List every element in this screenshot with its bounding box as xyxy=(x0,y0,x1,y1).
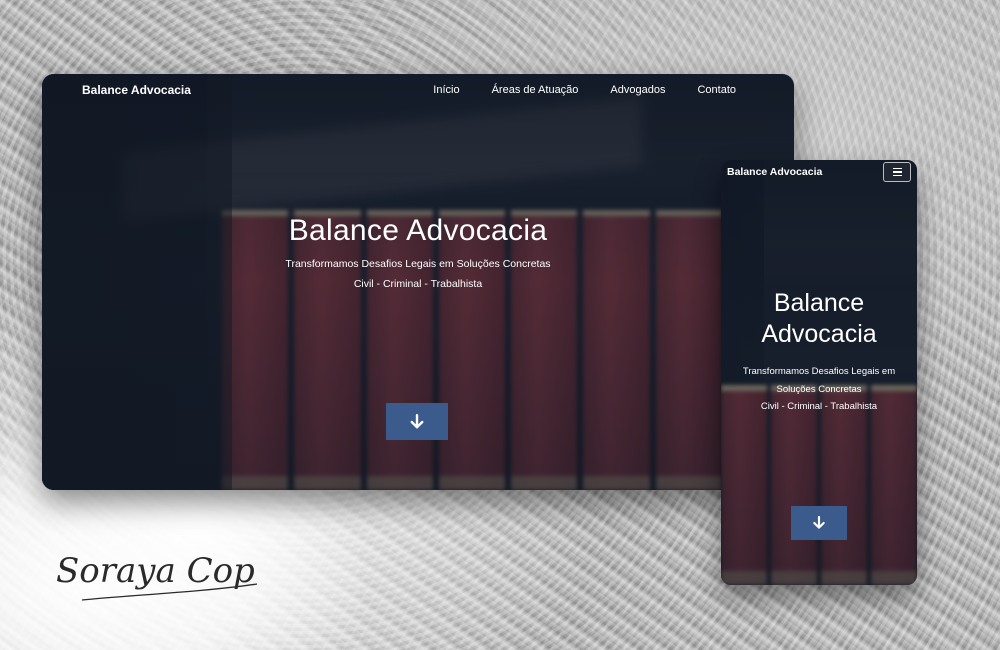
nav-links: Início Áreas de Atuação Advogados Contat… xyxy=(433,84,736,96)
nav-link-areas[interactable]: Áreas de Atuação xyxy=(492,84,579,96)
arrow-down-icon xyxy=(410,413,424,428)
mobile-navbar: Balance Advocacia xyxy=(721,160,917,184)
hero-subtitle: Transformamos Desafios Legais em Soluçõe… xyxy=(742,365,896,395)
hero-areas: Civil - Criminal - Trabalhista xyxy=(353,278,483,290)
brand-logo[interactable]: Balance Advocacia xyxy=(82,83,191,97)
menu-bar xyxy=(892,167,902,170)
desktop-mockup: Balance Advocacia Início Áreas de Atuaçã… xyxy=(42,74,794,490)
nav-link-advogados[interactable]: Advogados xyxy=(610,84,665,96)
hero-title: Balance Advocacia xyxy=(761,289,877,349)
hero-content: Balance Advocacia Transformamos Desafios… xyxy=(42,214,794,290)
menu-bar xyxy=(892,171,902,173)
arrow-down-icon xyxy=(813,515,825,529)
hero-subtitle: Transformamos Desafios Legais em Soluçõe… xyxy=(285,258,551,270)
hero-areas: Civil - Criminal - Trabalhista xyxy=(760,400,878,412)
menu-bar xyxy=(892,174,902,177)
scroll-down-button[interactable] xyxy=(386,403,448,440)
hero-title: Balance Advocacia xyxy=(288,214,548,247)
hero-content: Balance Advocacia Transformamos Desafios… xyxy=(721,288,917,412)
nav-link-inicio[interactable]: Início xyxy=(433,84,459,96)
brand-logo[interactable]: Balance Advocacia xyxy=(727,166,822,178)
navbar: Balance Advocacia Início Áreas de Atuaçã… xyxy=(42,74,794,106)
hamburger-menu-icon[interactable] xyxy=(883,162,911,182)
scroll-down-button[interactable] xyxy=(791,506,847,540)
signature-text: Soraya Cop xyxy=(56,551,255,591)
nav-link-contato[interactable]: Contato xyxy=(697,84,736,96)
designer-signature: Soraya Cop xyxy=(52,540,272,610)
